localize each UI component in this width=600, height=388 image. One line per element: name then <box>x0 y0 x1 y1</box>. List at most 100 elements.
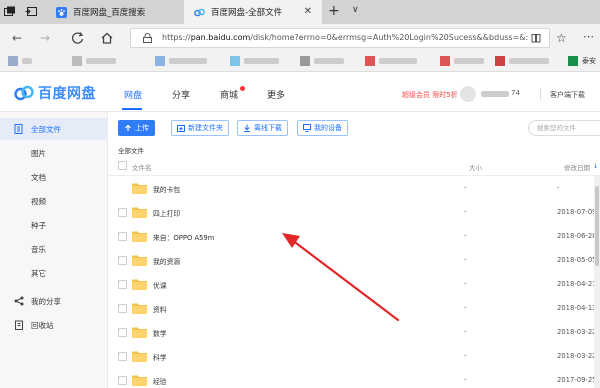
lock-icon[interactable] <box>143 33 152 43</box>
upload-button[interactable]: 上传 <box>118 120 155 136</box>
file-name[interactable]: 四上打印 <box>153 208 180 218</box>
download-icon <box>244 124 250 132</box>
table-row[interactable]: 优课 - 2018-04-21 22 <box>108 272 600 296</box>
folder-icon <box>132 279 147 290</box>
baidu-cloud-logo-icon <box>14 85 34 101</box>
table-row[interactable]: 来自：OPPO A59m - 2018-06-28 09 <box>108 224 600 248</box>
forward-arrow-icon[interactable]: → <box>38 31 52 45</box>
favorite-star-icon[interactable]: ☆ <box>556 31 567 45</box>
folder-icon <box>132 351 147 362</box>
table-row[interactable]: 资料 - 2018-04-13 10 <box>108 296 600 320</box>
file-name[interactable]: 数学 <box>153 328 167 338</box>
table-row[interactable]: 四上打印 - 2018-07-09 12 <box>108 200 600 224</box>
avatar[interactable] <box>460 86 476 102</box>
sidebar-item-recycle-bin[interactable]: 回收站 <box>0 314 108 336</box>
back-arrow-icon[interactable]: ← <box>10 31 24 45</box>
nav-more[interactable]: 更多 <box>267 88 285 101</box>
favorite-item[interactable] <box>230 56 279 66</box>
favorite-item[interactable] <box>300 56 344 66</box>
baidu-pan-logo[interactable]: 百度网盘 <box>14 83 96 103</box>
scrollbar-thumb[interactable] <box>595 186 599 266</box>
favorite-item[interactable] <box>8 56 32 66</box>
sidebar-item-my-shares[interactable]: 我的分享 <box>0 290 108 312</box>
sidebar-item-images[interactable]: 图片 <box>0 142 108 164</box>
vip-promo-link[interactable]: 超级会员 限时5折 <box>402 90 458 100</box>
file-size: - <box>464 208 467 216</box>
column-filename[interactable]: 文件名 <box>132 162 152 172</box>
more-settings-icon[interactable]: ⋯ <box>583 30 594 43</box>
row-checkbox[interactable] <box>118 352 127 361</box>
table-row[interactable]: 科学 - 2018-03-22 11 <box>108 344 600 368</box>
favorite-site-icon <box>568 56 578 66</box>
row-checkbox[interactable] <box>118 208 127 217</box>
favorite-site-icon <box>8 56 18 66</box>
row-checkbox[interactable] <box>118 256 127 265</box>
table-row[interactable]: 经验 - 2017-09-25 09 <box>108 368 600 388</box>
sidebar-item-videos[interactable]: 视频 <box>0 190 108 212</box>
scrollbar[interactable] <box>594 176 600 388</box>
close-tab-icon[interactable]: ✕ <box>304 6 312 17</box>
username-suffix[interactable]: 74 <box>511 89 520 97</box>
client-download-link[interactable]: 客户端下载 <box>550 90 585 100</box>
set-aside-tabs-icon[interactable] <box>25 6 37 17</box>
folder-icon <box>132 231 147 242</box>
tab-list-chevron-icon[interactable]: ∨ <box>352 5 359 15</box>
row-checkbox[interactable] <box>118 232 127 241</box>
file-name[interactable]: 优课 <box>153 280 167 290</box>
sidebar-item-others[interactable]: 其它 <box>0 262 108 284</box>
favorite-site-icon <box>365 56 375 66</box>
tab-baidu-search[interactable]: 百度网盘_百度搜索 <box>46 0 180 24</box>
favorite-item-taian[interactable]: 泰安 <box>568 56 596 66</box>
file-name[interactable]: 我的卡包 <box>153 184 180 194</box>
device-icon <box>303 124 311 132</box>
column-size[interactable]: 大小 <box>469 162 482 172</box>
offline-download-button[interactable]: 离线下载 <box>237 120 288 136</box>
sidebar-item-torrents[interactable]: 种子 <box>0 214 108 236</box>
reload-icon[interactable] <box>71 31 85 45</box>
select-all-checkbox[interactable] <box>118 161 127 170</box>
favorite-site-icon <box>495 56 505 66</box>
table-row[interactable]: 我的资源 - 2018-05-05 05 <box>108 248 600 272</box>
tab-baidu-pan[interactable]: 百度网盘-全部文件 ✕ <box>184 0 322 24</box>
file-name[interactable]: 资料 <box>153 304 167 314</box>
favorite-item[interactable] <box>365 56 417 66</box>
sidebar: 全部文件 图片 文档 视频 种子 音乐 其它 我的分享 回收站 <box>0 112 108 388</box>
row-checkbox[interactable] <box>118 280 127 289</box>
sidebar-item-music[interactable]: 音乐 <box>0 238 108 260</box>
username-blurred[interactable] <box>481 91 509 97</box>
column-modified[interactable]: 修改日期 <box>564 162 590 172</box>
new-folder-button[interactable]: 新建文件夹 <box>171 120 229 136</box>
folder-icon <box>132 375 147 386</box>
row-checkbox[interactable] <box>118 376 127 385</box>
file-date: - <box>557 184 560 192</box>
nav-mall[interactable]: 商城 <box>220 88 238 101</box>
search-input[interactable]: 搜索您的文件 <box>528 120 600 136</box>
file-name[interactable]: 经验 <box>153 376 167 386</box>
file-name[interactable]: 来自：OPPO A59m <box>153 232 214 242</box>
sidebar-item-documents[interactable]: 文档 <box>0 166 108 188</box>
tab-title: 百度网盘_百度搜索 <box>73 8 146 18</box>
table-row[interactable]: 数学 - 2018-03-22 11 <box>108 320 600 344</box>
favorite-site-icon <box>300 56 310 66</box>
tab-preview-icon[interactable] <box>4 6 16 17</box>
favorite-item[interactable] <box>440 56 484 66</box>
sidebar-item-all-files[interactable]: 全部文件 <box>0 118 108 140</box>
reading-view-icon[interactable] <box>531 33 541 43</box>
url-field[interactable]: https://pan.baidu.com/disk/home?errno=0&… <box>130 28 550 48</box>
header-divider <box>540 88 541 100</box>
file-name[interactable]: 我的资源 <box>153 256 180 266</box>
home-icon[interactable] <box>100 31 114 45</box>
favorite-item[interactable] <box>72 56 116 66</box>
breadcrumb: 全部文件 <box>118 147 144 155</box>
row-checkbox[interactable] <box>118 304 127 313</box>
nav-share[interactable]: 分享 <box>172 88 190 101</box>
nav-netdisk[interactable]: 网盘 <box>124 88 142 101</box>
table-row[interactable]: 我的卡包 - - <box>108 176 600 200</box>
new-tab-button[interactable]: + <box>328 3 340 19</box>
favorite-item[interactable] <box>495 56 549 66</box>
row-checkbox[interactable] <box>118 328 127 337</box>
file-name[interactable]: 科学 <box>153 352 167 362</box>
my-devices-button[interactable]: 我的设备 <box>297 120 348 136</box>
sort-down-arrow-icon[interactable]: ↓ <box>593 162 598 170</box>
favorite-item[interactable] <box>155 56 207 66</box>
